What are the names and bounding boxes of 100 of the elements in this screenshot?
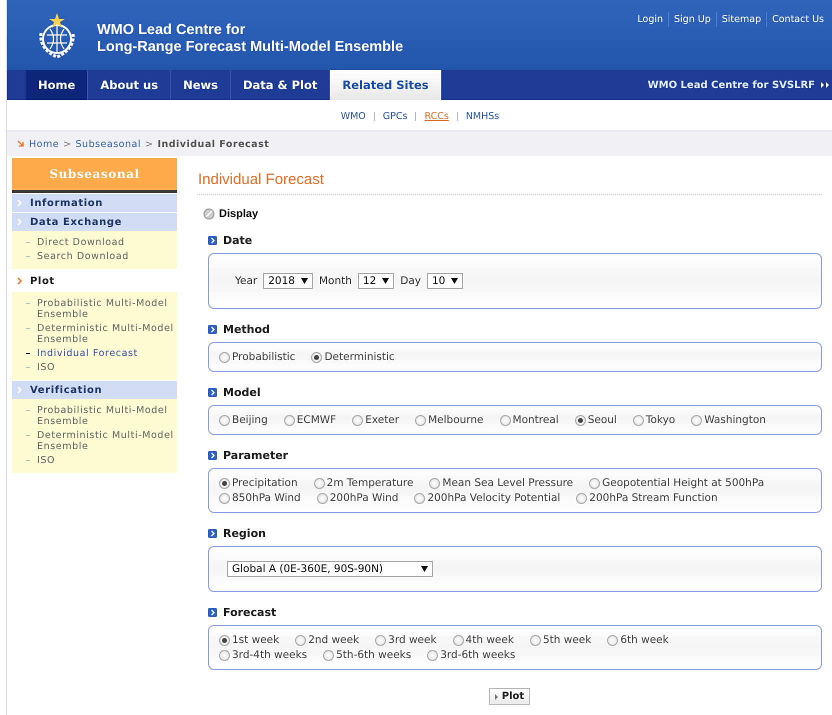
dropdown[interactable]: 12	[358, 273, 394, 289]
radio-button[interactable]	[607, 635, 618, 646]
radio-label: Deterministic	[324, 350, 395, 365]
radio-button[interactable]	[574, 415, 586, 426]
sidebar-title: Subseasonal	[12, 158, 177, 193]
dash-icon	[26, 328, 30, 329]
radio-button[interactable]	[284, 415, 295, 426]
dash-icon	[26, 353, 30, 354]
field-label: Year	[235, 275, 258, 287]
sidebar-link[interactable]: Search Download	[37, 251, 129, 262]
sidebar-link[interactable]: Individual Forecast	[37, 348, 138, 359]
radio-button[interactable]	[375, 635, 386, 646]
sidebar-link[interactable]: Deterministic Multi-Model Ensemble	[37, 430, 177, 452]
radio-button[interactable]	[414, 493, 426, 504]
section-heading: Parameter	[223, 449, 288, 462]
arrow-icon	[17, 140, 25, 148]
dash-icon	[26, 435, 30, 436]
radio-button[interactable]	[691, 415, 702, 426]
radio-button[interactable]	[500, 415, 511, 426]
dash-icon	[26, 303, 30, 304]
sidebar-link[interactable]: ISO	[37, 455, 56, 466]
radio-label: Exeter	[365, 413, 400, 428]
radio-button[interactable]	[219, 493, 230, 504]
nav-tab[interactable]: Home	[26, 70, 88, 100]
dropdown[interactable]: Global A (0E-360E, 90S-90N)	[227, 561, 433, 577]
radio-button[interactable]	[530, 635, 541, 646]
section-heading: Model	[223, 386, 261, 399]
top-link[interactable]: Login	[632, 12, 668, 27]
nav-link[interactable]: WMO Lead Centre for SVSLRF	[636, 70, 832, 100]
sidebar-link[interactable]: ISO	[37, 362, 56, 373]
page-title: Individual Forecast	[197, 158, 822, 195]
radio-button[interactable]	[219, 352, 230, 363]
radio-button[interactable]	[632, 415, 644, 426]
radio-button[interactable]	[219, 478, 230, 489]
nav-tab[interactable]: About us	[88, 70, 172, 100]
radio-button[interactable]	[311, 352, 322, 363]
radio-label: 200hPa Velocity Potential	[427, 491, 560, 506]
radio-label: 200hPa Stream Function	[589, 491, 718, 506]
radio-button[interactable]	[219, 635, 230, 646]
caret-icon	[451, 278, 458, 284]
nav-tab[interactable]: News	[171, 70, 231, 100]
dropdown[interactable]: 10	[427, 273, 464, 289]
radio-label: Seoul	[588, 413, 617, 428]
site-link[interactable]: WMO	[340, 110, 366, 122]
radio-button[interactable]	[295, 635, 306, 646]
sidebar-link[interactable]: Deterministic Multi-Model Ensemble	[37, 323, 177, 345]
plot-button[interactable]: Plot	[488, 688, 530, 705]
top-link[interactable]: Sign Up	[668, 12, 716, 27]
radio-label: 2m Temperature	[326, 476, 414, 491]
radio-label: Probabilistic	[232, 350, 296, 365]
radio-button[interactable]	[576, 493, 588, 504]
sidebar-link[interactable]: Probabilistic Multi-Model Ensemble	[37, 298, 177, 320]
sidebar-link[interactable]: Probabilistic Multi-Model Ensemble	[37, 405, 177, 427]
top-link[interactable]: Contact Us	[766, 12, 829, 27]
chevron-icon	[17, 199, 22, 207]
bullet-icon	[208, 325, 217, 334]
radio-button[interactable]	[316, 493, 328, 504]
radio-button[interactable]	[429, 478, 440, 489]
radio-label: 1st week	[232, 633, 280, 648]
radio-button[interactable]	[415, 415, 426, 426]
section-heading: Method	[223, 323, 270, 336]
chevron-icon	[17, 218, 22, 226]
sidebar-link[interactable]: Direct Download	[37, 237, 125, 248]
dash-icon	[26, 410, 30, 411]
field-label: Day	[400, 275, 421, 287]
radio-button[interactable]	[314, 478, 325, 489]
radio-label: 4th week	[466, 633, 514, 648]
radio-label: 200hPa Wind	[330, 491, 398, 506]
section-heading: Forecast	[223, 606, 276, 619]
radio-label: Montreal	[512, 413, 559, 428]
radio-button[interactable]	[323, 650, 334, 661]
radio-label: 5th-6th weeks	[336, 648, 412, 663]
radio-button[interactable]	[589, 478, 600, 489]
section-heading: Region	[223, 527, 266, 540]
circle-icon	[203, 208, 215, 220]
dropdown[interactable]: 2018	[263, 273, 313, 289]
breadcrumb-link[interactable]: Subseasonal	[76, 138, 141, 150]
top-link[interactable]: Sitemap	[716, 12, 766, 27]
play-icon	[494, 694, 498, 700]
dash-icon	[26, 367, 30, 368]
radio-button[interactable]	[219, 415, 230, 426]
breadcrumb-link[interactable]: Home	[29, 138, 60, 150]
site-link[interactable]: GPCs	[382, 110, 408, 122]
radio-button[interactable]	[452, 635, 464, 646]
dash-icon	[26, 256, 30, 257]
dash-icon	[26, 242, 30, 243]
radio-label: 6th week	[620, 633, 669, 648]
sidebar-group[interactable]: Plot	[30, 276, 55, 286]
radio-label: 2nd week	[308, 633, 360, 648]
radio-label: Melbourne	[428, 413, 484, 428]
chevrons-icon	[821, 82, 829, 88]
radio-button[interactable]	[427, 650, 438, 661]
chevron-icon	[17, 277, 22, 285]
caret-icon	[421, 566, 428, 572]
radio-button[interactable]	[219, 650, 230, 661]
breadcrumb-separator: >	[63, 138, 72, 150]
nav-tab[interactable]: Related Sites	[330, 70, 442, 100]
site-link[interactable]: NMHSs	[466, 110, 500, 122]
site-title: WMO Lead Centre for Long-Range Forecast Multi-Model Ensemble	[97, 22, 404, 56]
radio-button[interactable]	[352, 415, 364, 426]
